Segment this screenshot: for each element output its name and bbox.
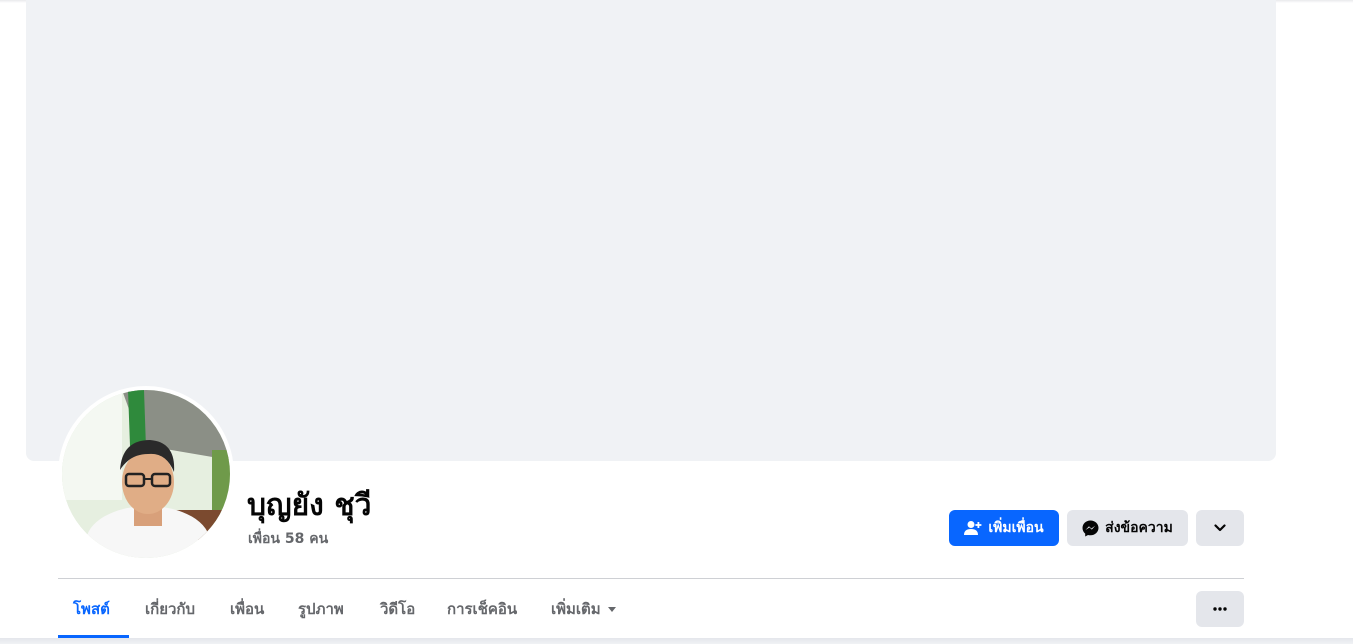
tab-label: โพสต์ <box>73 600 110 618</box>
cover-photo[interactable] <box>26 0 1276 461</box>
tab-label: เพิ่มเติม <box>551 600 601 618</box>
tab-more[interactable]: เพิ่มเติม <box>551 580 616 638</box>
tab-videos[interactable]: วิดีโอ <box>380 580 415 638</box>
tab-label: เกี่ยวกับ <box>145 600 196 618</box>
tab-label: รูปภาพ <box>298 600 344 618</box>
profile-picture[interactable] <box>58 386 234 562</box>
add-friend-label: เพิ่มเพื่อน <box>988 520 1044 536</box>
chevron-down-icon <box>1214 524 1226 532</box>
tab-label: วิดีโอ <box>380 600 416 618</box>
tab-label: การเช็คอิน <box>447 600 518 618</box>
ellipsis-icon <box>1213 607 1227 611</box>
avatar <box>62 390 230 558</box>
more-options-button[interactable] <box>1196 591 1244 627</box>
messenger-icon <box>1082 520 1099 537</box>
profile-dropdown-button[interactable] <box>1196 510 1244 546</box>
tab-photos[interactable]: รูปภาพ <box>298 580 344 638</box>
friend-count[interactable]: เพื่อน 58 คน <box>248 528 328 550</box>
add-friend-button[interactable]: เพิ่มเพื่อน <box>949 510 1059 546</box>
tab-label: เพื่อน <box>230 600 265 618</box>
person-plus-icon <box>964 520 982 536</box>
tab-check-ins[interactable]: การเช็คอิน <box>447 580 517 638</box>
caret-down-icon <box>607 606 616 612</box>
profile-divider <box>58 578 1244 579</box>
send-message-label: ส่งข้อความ <box>1105 520 1173 536</box>
tab-about[interactable]: เกี่ยวกับ <box>145 580 195 638</box>
tab-friends[interactable]: เพื่อน <box>230 580 264 638</box>
content-separator <box>0 638 1353 644</box>
tab-posts[interactable]: โพสต์ <box>73 580 110 638</box>
send-message-button[interactable]: ส่งข้อความ <box>1067 510 1188 546</box>
profile-name: บุญยัง ชุวี <box>247 488 372 523</box>
